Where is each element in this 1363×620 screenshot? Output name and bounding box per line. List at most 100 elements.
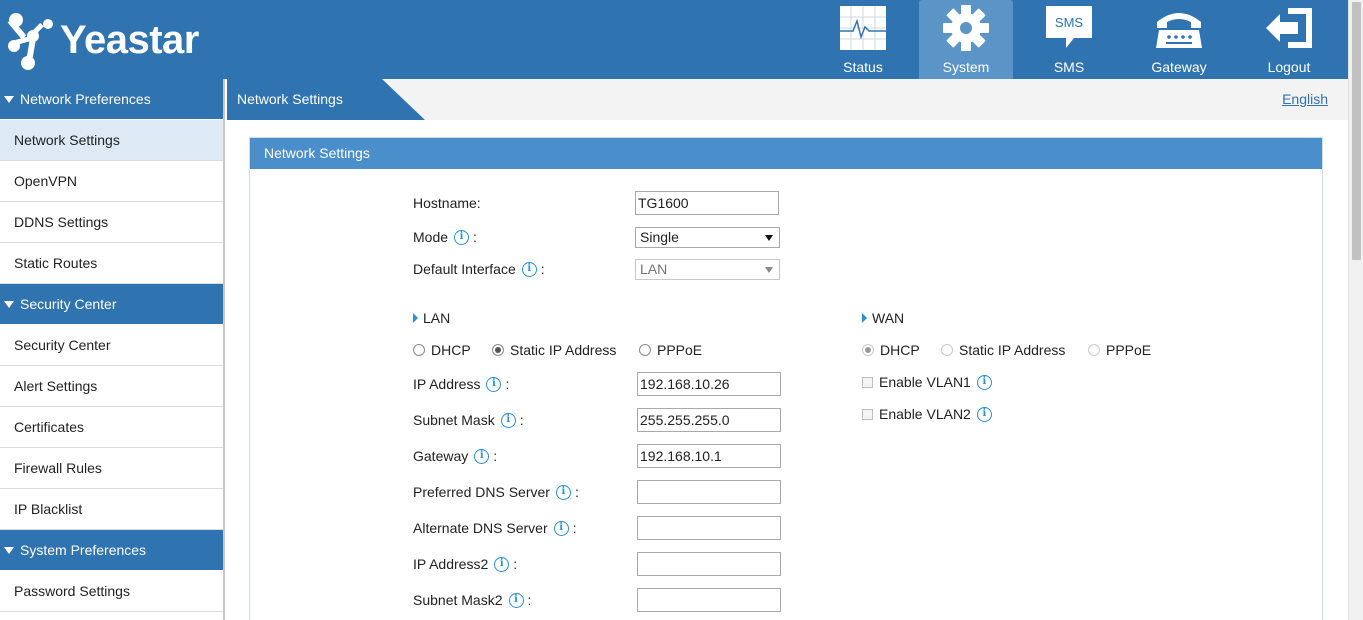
info-icon[interactable]: i [553,520,569,536]
brand-name: Yeastar [60,17,199,62]
info-icon[interactable]: i [486,376,502,392]
sidebar-item-static-routes[interactable]: Static Routes [0,243,223,284]
sidebar-item-certificates[interactable]: Certificates [0,407,223,448]
mode-select[interactable]: Single [635,227,780,248]
sidebar-item-openvpn[interactable]: OpenVPN [0,161,223,202]
page-title-bar: Network Settings English [227,79,1348,120]
lan-radio-dhcp[interactable]: DHCP [413,342,471,358]
chevron-down-icon [765,267,773,273]
radio-icon [639,344,651,356]
radio-selected-icon [862,344,874,356]
sidebar-item-label: DDNS Settings [14,214,109,230]
sidebar-group-system-preferences[interactable]: System Preferences [0,530,223,571]
preferred-dns-input[interactable] [637,480,781,504]
radio-icon [413,344,425,356]
info-icon[interactable]: i [494,556,510,572]
lan-section-title[interactable]: LAN [413,310,450,326]
subnet-mask2-input[interactable] [637,588,781,612]
gear-icon [941,3,991,53]
sidebar-group-label: Security Center [20,296,117,312]
sidebar-group-security-center[interactable]: Security Center [0,284,223,325]
logout-icon [1264,3,1314,53]
sidebar-item-network-settings[interactable]: Network Settings [0,120,223,161]
telephone-icon [1154,3,1204,53]
subnet-mask2-label: Subnet Mask2 i: [413,592,532,608]
sidebar-item-label: Static Routes [14,255,98,271]
sidebar-item-alert-settings[interactable]: Alert Settings [0,366,223,407]
sidebar-item-label: OpenVPN [14,173,78,189]
info-icon[interactable]: i [976,374,992,390]
info-icon[interactable]: i [474,448,490,464]
nav-gateway-label: Gateway [1151,59,1207,75]
default-interface-select[interactable]: LAN [635,259,780,280]
language-link[interactable]: English [1282,91,1328,107]
sidebar-item-password-settings[interactable]: Password Settings [0,571,223,612]
alternate-dns-label: Alternate DNS Server i: [413,520,577,536]
nav-logout-label: Logout [1267,59,1311,75]
yeastar-logo[interactable]: Yeastar [4,8,199,72]
ip-address-label: IP Address i: [413,376,510,392]
wan-radio-static-ip[interactable]: Static IP Address [941,342,1065,358]
hostname-input[interactable]: TG1600 [635,191,779,215]
lan-radio-static-ip[interactable]: Static IP Address [492,342,616,358]
sms-bubble-icon: SMS [1044,3,1094,53]
yeastar-logo-mark-icon [4,8,58,72]
network-settings-panel: Network Settings [249,137,1323,620]
subnet-mask-label: Subnet Mask i: [413,412,524,428]
sidebar-group-network-preferences[interactable]: Network Preferences [0,79,223,120]
info-icon[interactable]: i [508,592,524,608]
ip-address2-input[interactable] [637,552,781,576]
subnet-mask-input[interactable]: 255.255.255.0 [637,408,781,432]
sidebar-item-label: Network Settings [14,132,120,148]
top-header: Yeastar Status System SMS SMS Gateway Lo… [0,0,1348,79]
nav-sms[interactable]: SMS SMS [1014,0,1124,79]
wan-radio-pppoe[interactable]: PPPoE [1088,342,1151,358]
wan-section-title[interactable]: WAN [862,310,904,326]
scrollbar-thumb[interactable] [1352,2,1361,260]
info-icon[interactable]: i [521,261,537,277]
nav-system-label: System [942,59,990,75]
radio-icon [1088,344,1100,356]
ip-address2-label: IP Address2 i: [413,556,518,572]
nav-status[interactable]: Status [808,0,918,79]
sidebar-item-firewall-rules[interactable]: Firewall Rules [0,448,223,489]
sidebar-group-label: System Preferences [20,542,147,558]
main-nav: Status System SMS SMS Gateway Logout [808,0,1344,79]
sidebar: Network Preferences Network Settings Ope… [0,79,225,620]
info-icon[interactable]: i [555,484,571,500]
info-icon[interactable]: i [500,412,516,428]
svg-text:SMS: SMS [1055,15,1084,30]
ip-address-input[interactable]: 192.168.10.26 [637,372,781,396]
lan-radio-pppoe[interactable]: PPPoE [639,342,702,358]
nav-sms-label: SMS [1053,59,1085,75]
sidebar-item-label: Password Settings [14,583,130,599]
gateway-input[interactable]: 192.168.10.1 [637,444,781,468]
gateway-label: Gateway i: [413,448,498,464]
vertical-scrollbar[interactable] [1348,0,1363,620]
sidebar-group-label: Network Preferences [20,91,151,107]
alternate-dns-input[interactable] [637,516,781,540]
mode-label: Mode i: [413,229,477,245]
nav-system[interactable]: System [919,0,1013,79]
wan-radio-dhcp[interactable]: DHCP [862,342,920,358]
sidebar-item-ddns-settings[interactable]: DDNS Settings [0,202,223,243]
nav-logout[interactable]: Logout [1234,0,1344,79]
enable-vlan1-checkbox[interactable]: Enable VLAN1 i [862,374,992,390]
info-icon[interactable]: i [976,406,992,422]
radio-icon [941,344,953,356]
preferred-dns-label: Preferred DNS Server i: [413,484,579,500]
chevron-down-icon [765,235,773,241]
sidebar-item-label: Security Center [14,337,111,353]
sidebar-item-security-center[interactable]: Security Center [0,325,223,366]
enable-vlan2-checkbox[interactable]: Enable VLAN2 i [862,406,992,422]
sidebar-item-ip-blacklist[interactable]: IP Blacklist [0,489,223,530]
sidebar-item-label: Certificates [14,419,85,435]
page-title: Network Settings [227,79,425,120]
hostname-label: Hostname: [413,195,481,211]
checkbox-icon [862,376,873,388]
sidebar-item-label: IP Blacklist [14,501,83,517]
nav-gateway[interactable]: Gateway [1124,0,1234,79]
nav-status-label: Status [843,59,883,75]
sidebar-item-label: Alert Settings [14,378,98,394]
info-icon[interactable]: i [454,229,470,245]
